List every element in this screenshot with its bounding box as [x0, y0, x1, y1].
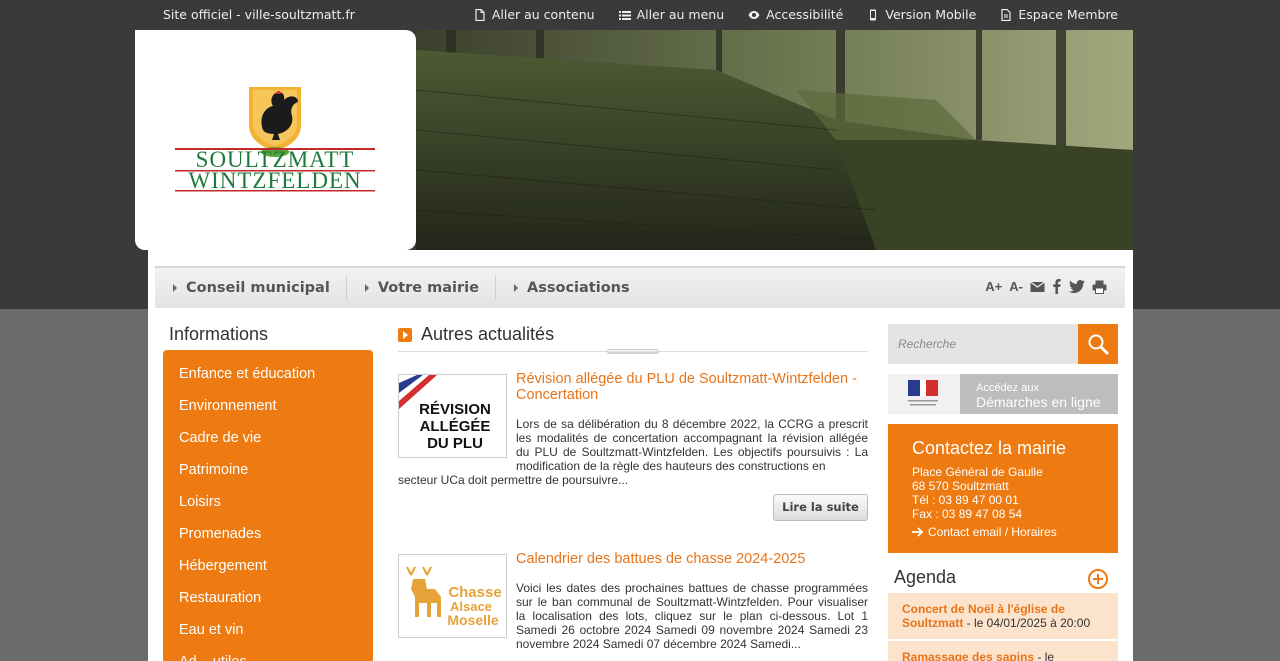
- font-decrease-button[interactable]: A-: [1009, 279, 1023, 294]
- nav-item-label: Associations: [527, 280, 630, 296]
- facebook-icon[interactable]: [1052, 279, 1062, 294]
- contact-email-hours-link[interactable]: Contact email / Horaires: [912, 525, 1094, 539]
- article-title-link[interactable]: Calendrier des battues de chasse 2024-20…: [516, 551, 868, 567]
- informations-title: Informations: [169, 324, 269, 344]
- contact-title: Contactez la mairie: [912, 438, 1067, 458]
- agenda-event[interactable]: Concert de Noël à l'église de Soultzmatt…: [888, 593, 1118, 639]
- news-article: RÉVISION ALLÉGÉE DU PLU Révision allégée…: [398, 371, 868, 546]
- news-title-label: Autres actualités: [421, 324, 555, 344]
- nav-item-conseil-municipal[interactable]: Conseil municipal: [169, 276, 347, 300]
- online-services-banner[interactable]: Accédez aux Démarches en ligne: [888, 374, 1118, 414]
- nav-item-label: Conseil municipal: [186, 280, 330, 296]
- read-more-button[interactable]: Lire la suite: [773, 494, 868, 521]
- agenda-event[interactable]: Ramassage des sapins - le: [888, 641, 1118, 661]
- news-article: Chasse Alsace Moselle Calendrier des bat…: [398, 551, 868, 651]
- twitter-icon[interactable]: [1069, 280, 1085, 293]
- informations-menu: Enfance et éducation Environnement Cadre…: [163, 350, 373, 661]
- contact-phone-line: Tél : 03 89 47 00 01: [912, 493, 1019, 507]
- document-icon: [1001, 8, 1011, 21]
- thumb-line-3: Moselle: [447, 612, 499, 628]
- sidebar-item-eau-et-vin[interactable]: Eau et vin: [163, 614, 373, 646]
- contact-address-line: Place Général de Gaulle: [912, 465, 1043, 479]
- republique-francaise-logo: [888, 374, 960, 414]
- sidebar-item-restauration[interactable]: Restauration: [163, 582, 373, 614]
- list-icon: [618, 10, 631, 20]
- search-icon: [1088, 334, 1109, 355]
- coat-of-arms-logo: SOULTZMATT WINTZFELDEN: [175, 87, 375, 193]
- sidebar-item-enfance[interactable]: Enfance et éducation: [163, 358, 373, 390]
- news-section: Autres actualités RÉVISION ALLÉGÉE DU PL…: [398, 324, 868, 651]
- accessibility-link[interactable]: Accessibilité: [748, 7, 843, 22]
- member-area-link[interactable]: Espace Membre: [1000, 7, 1118, 22]
- online-services-line-2: Démarches en ligne: [976, 394, 1101, 410]
- news-section-title: Autres actualités: [398, 324, 868, 352]
- sidebar-item-hebergement[interactable]: Hébergement: [163, 550, 373, 582]
- article-thumbnail[interactable]: RÉVISION ALLÉGÉE DU PLU: [398, 374, 507, 458]
- skip-to-menu-label: Aller au menu: [636, 7, 725, 22]
- section-bullet-icon: [398, 327, 412, 342]
- thumb-line-3: DU PLU: [427, 435, 483, 452]
- page-content: Conseil municipal Votre mairie Associati…: [148, 250, 1133, 661]
- site-name: Site officiel - ville-soultzmatt.fr: [163, 7, 355, 22]
- skip-to-content-link[interactable]: Aller au contenu: [474, 7, 595, 22]
- document-icon: [475, 8, 485, 21]
- article-title-link[interactable]: Révision allégée du PLU de Soultzmatt-Wi…: [516, 371, 868, 403]
- article-thumbnail[interactable]: Chasse Alsace Moselle: [398, 554, 507, 638]
- nav-item-associations[interactable]: Associations: [510, 276, 646, 300]
- online-services-line-1: Accédez aux: [976, 382, 1039, 394]
- main-nav: Conseil municipal Votre mairie Associati…: [155, 266, 1125, 308]
- accessibility-label: Accessibilité: [766, 7, 844, 22]
- search-button[interactable]: [1078, 324, 1118, 364]
- mobile-icon: [870, 9, 877, 20]
- search-input[interactable]: Recherche: [898, 337, 956, 351]
- agenda-header: Agenda: [888, 567, 1118, 593]
- member-area-label: Espace Membre: [1018, 7, 1118, 22]
- contact-city-line: 68 570 Soultzmatt: [912, 479, 1009, 493]
- page-tools: A+ A-: [985, 279, 1107, 294]
- logo-line-2: WINTZFELDEN: [188, 168, 361, 193]
- agenda-title: Agenda: [894, 567, 957, 587]
- site-logo[interactable]: SOULTZMATT WINTZFELDEN: [135, 30, 416, 250]
- mobile-version-label: Version Mobile: [885, 7, 977, 22]
- contact-link-label: Contact email / Horaires: [928, 525, 1057, 539]
- thumb-line-2: ALLÉGÉE: [420, 418, 491, 435]
- thumb-line-1: RÉVISION: [419, 401, 491, 418]
- right-sidebar: Recherche Accédez aux Démarches en ligne…: [888, 324, 1118, 661]
- sidebar-item-loisirs[interactable]: Loisirs: [163, 486, 373, 518]
- article-excerpt-text: Voici les dates des prochaines battues d…: [516, 581, 868, 651]
- sidebar-item-cadre-de-vie[interactable]: Cadre de vie: [163, 422, 373, 454]
- article-excerpt-text: Lors de sa délibération du 8 décembre 20…: [516, 417, 868, 473]
- skip-to-menu-link[interactable]: Aller au menu: [618, 7, 725, 22]
- mail-icon[interactable]: [1030, 281, 1045, 293]
- article-excerpt-tail: secteur UCa doit permettre de poursuivre…: [398, 473, 629, 487]
- top-bar: Site officiel - ville-soultzmatt.fr Alle…: [148, 0, 1133, 30]
- arrow-right-icon: [912, 527, 924, 537]
- contact-fax-line: Fax : 03 89 47 08 54: [912, 507, 1023, 521]
- nav-item-votre-mairie[interactable]: Votre mairie: [361, 276, 496, 300]
- search-box: Recherche: [888, 324, 1118, 364]
- event-title: Ramassage des sapins: [902, 650, 1035, 661]
- mobile-version-link[interactable]: Version Mobile: [867, 7, 976, 22]
- contact-box: Contactez la mairie Place Général de Gau…: [888, 424, 1118, 553]
- caret-right-icon: [364, 284, 369, 292]
- font-increase-button[interactable]: A+: [985, 279, 1002, 294]
- event-date: - le: [1034, 650, 1055, 661]
- caret-right-icon: [514, 284, 518, 292]
- sidebar-item-adresses-utiles[interactable]: Ad... utiles: [163, 646, 373, 661]
- top-links: Aller au contenu Aller au menu Accessibi…: [474, 7, 1118, 22]
- event-date: - le 04/01/2025 à 20:00: [963, 616, 1091, 630]
- sidebar-item-patrimoine[interactable]: Patrimoine: [163, 454, 373, 486]
- header-banner-image: [416, 30, 1133, 250]
- sidebar-item-promenades[interactable]: Promenades: [163, 518, 373, 550]
- skip-to-content-label: Aller au contenu: [491, 7, 595, 22]
- separator-ornament: [607, 349, 659, 354]
- print-icon[interactable]: [1092, 280, 1107, 294]
- nav-item-label: Votre mairie: [377, 280, 479, 296]
- plus-circle-icon[interactable]: [1088, 569, 1108, 589]
- eye-icon: [748, 10, 760, 19]
- sidebar-item-environnement[interactable]: Environnement: [163, 390, 373, 422]
- caret-right-icon: [173, 284, 177, 292]
